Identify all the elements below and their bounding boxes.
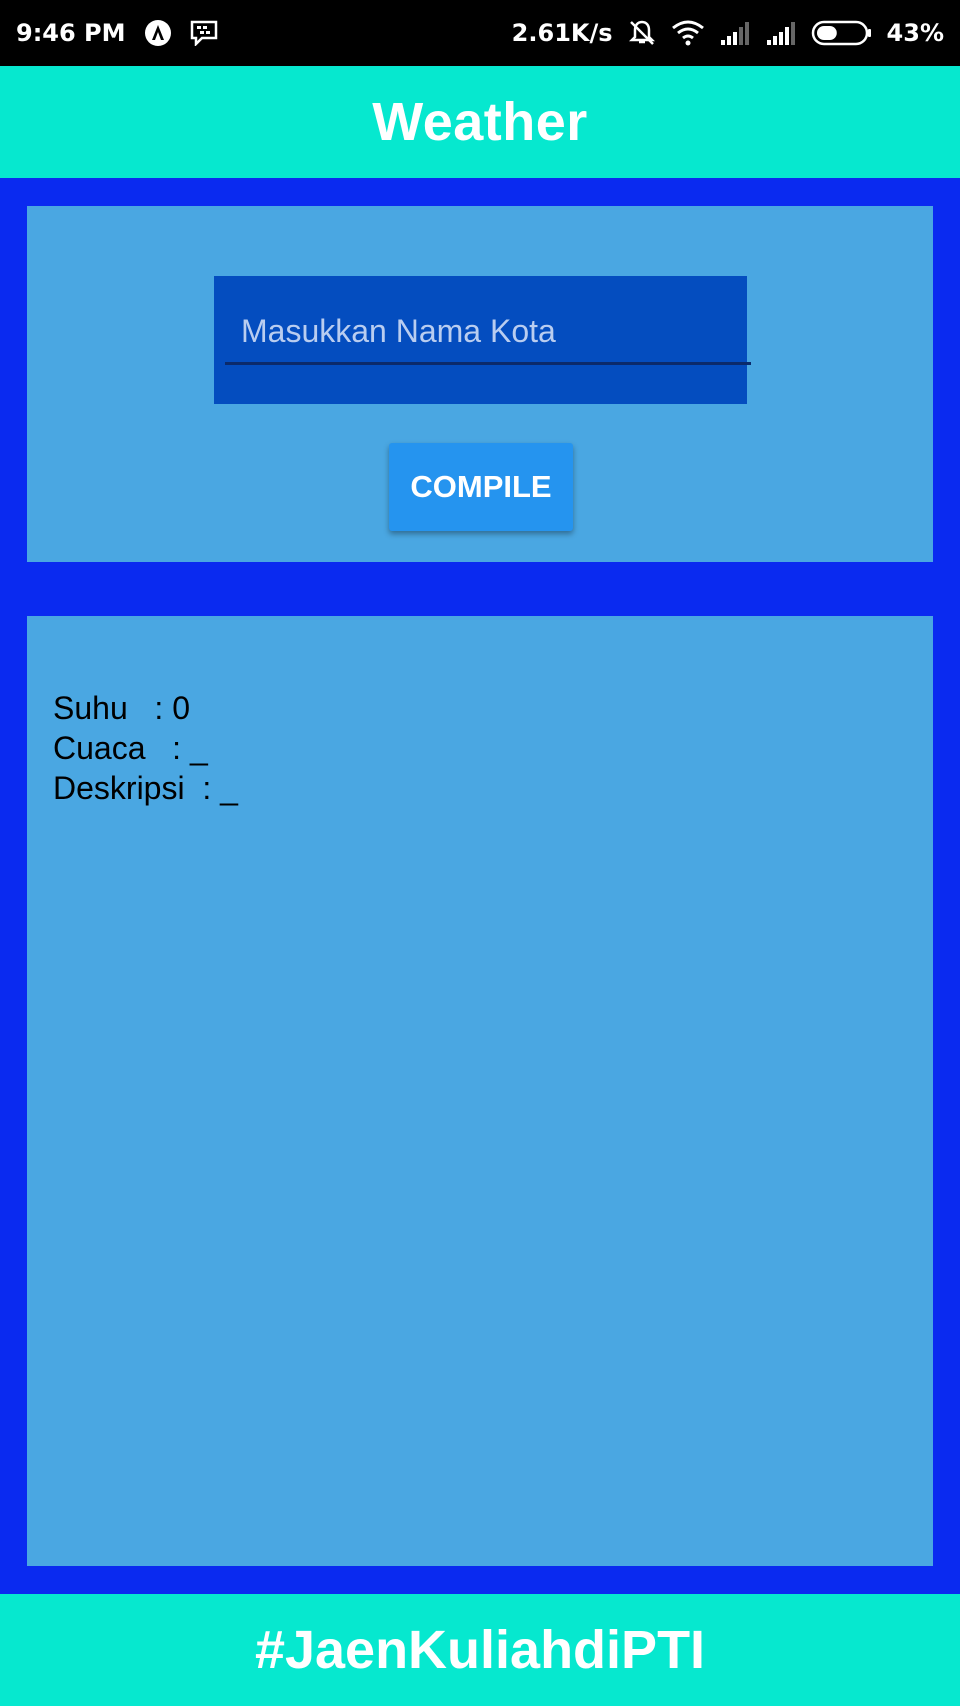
status-time: 9:46 PM: [16, 19, 126, 47]
compile-button[interactable]: COMPILE: [389, 443, 573, 531]
suhu-separator: :: [154, 690, 173, 726]
suhu-value: 0: [172, 690, 190, 726]
city-field-container: [214, 276, 751, 404]
result-panel: Suhu : 0 Cuaca : _ Deskripsi : _: [27, 616, 933, 1566]
suhu-label: Suhu: [53, 690, 155, 726]
bbm-chat-icon: [190, 20, 218, 46]
result-row-suhu: Suhu : 0: [53, 688, 238, 728]
input-panel: COMPILE: [27, 206, 933, 562]
app-a-icon: [144, 19, 172, 47]
network-speed: 2.61K/s: [511, 19, 613, 47]
result-list: Suhu : 0 Cuaca : _ Deskripsi : _: [53, 688, 238, 808]
city-name-input[interactable]: [225, 306, 751, 365]
cuaca-value: _: [189, 730, 208, 766]
footer-bar: #JaenKuliahdiPTI: [0, 1594, 960, 1706]
status-bar: 9:46 PM 2.61K/s 43%: [0, 0, 960, 66]
cuaca-label: Cuaca: [53, 730, 173, 766]
deskripsi-value: _: [220, 770, 238, 806]
result-row-deskripsi: Deskripsi : _: [53, 768, 238, 808]
battery-percent: 43%: [886, 19, 944, 47]
page-title: Weather: [372, 92, 588, 152]
signal-icon: [765, 20, 797, 46]
deskripsi-separator: :: [202, 770, 221, 806]
footer-hashtag: #JaenKuliahdiPTI: [254, 1620, 706, 1680]
result-row-cuaca: Cuaca : _: [53, 728, 238, 768]
muted-bell-icon: [627, 18, 657, 48]
app-bar: Weather: [0, 66, 960, 178]
cuaca-separator: :: [172, 730, 190, 766]
battery-icon: [811, 20, 873, 46]
deskripsi-label: Deskripsi: [53, 770, 203, 806]
signal-icon: [719, 20, 751, 46]
wifi-icon: [671, 20, 705, 46]
